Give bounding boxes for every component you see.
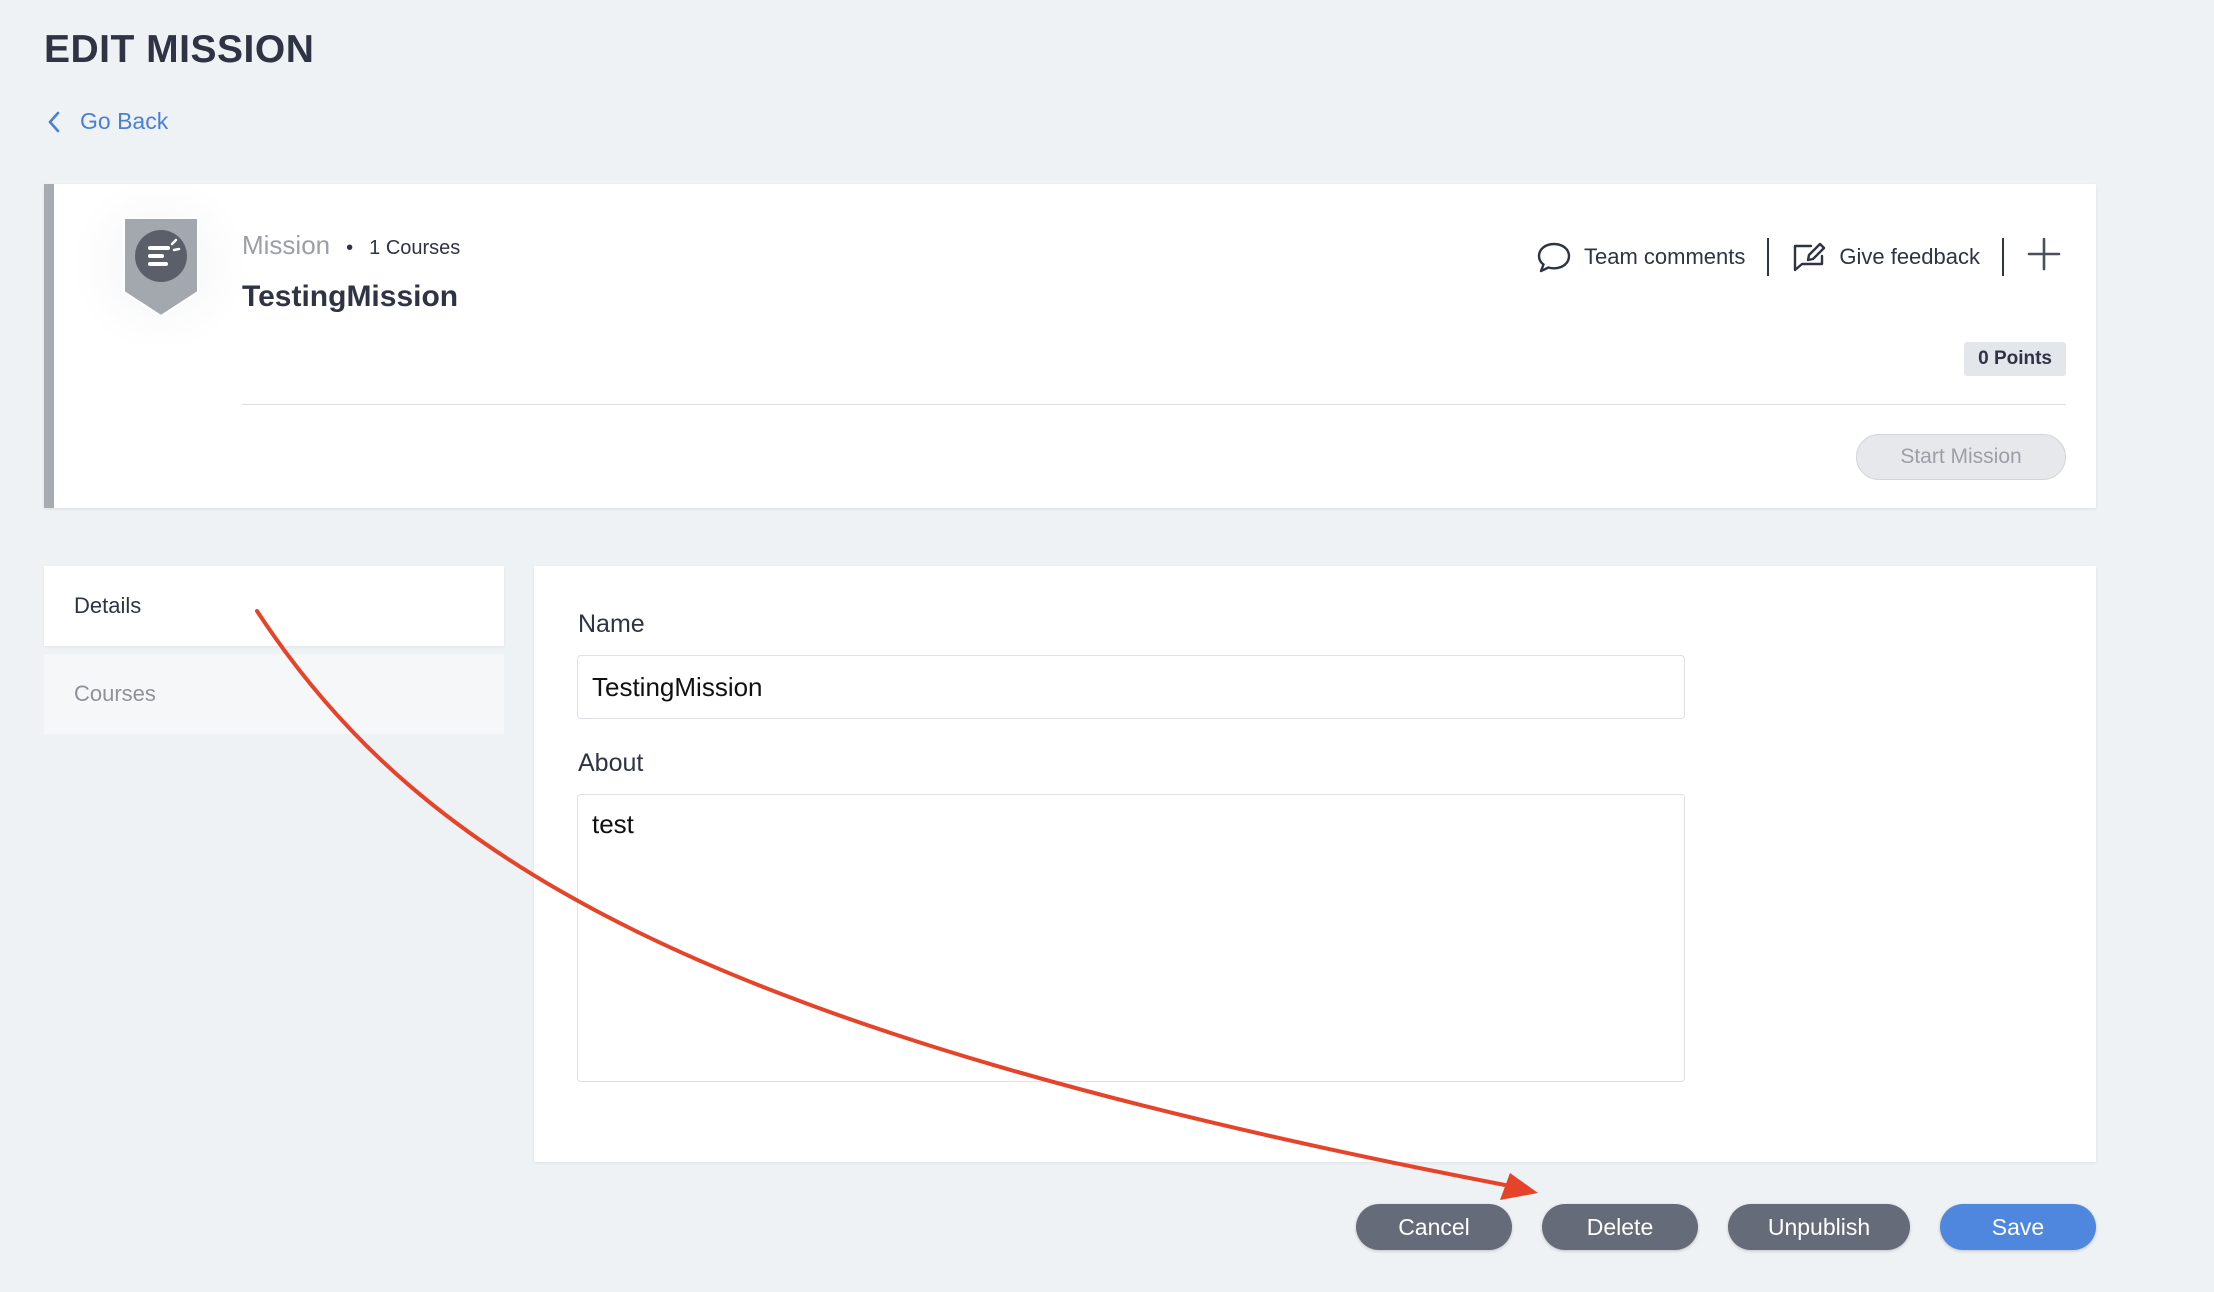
about-textarea[interactable]: test [577, 794, 1685, 1082]
plus-icon [2027, 237, 2061, 271]
start-mission-button[interactable]: Start Mission [1856, 434, 2066, 480]
edit-feedback-icon [1794, 242, 1826, 271]
go-back-label: Go Back [80, 108, 169, 134]
mission-meta: Mission • 1 Courses [242, 230, 460, 261]
mission-actions: Team comments Give feedback [1514, 236, 2062, 277]
points-badge: 0 Points [1964, 342, 2066, 376]
unpublish-button[interactable]: Unpublish [1728, 1204, 1910, 1250]
team-comments-label: Team comments [1583, 243, 1746, 269]
mission-name: TestingMission [242, 280, 459, 313]
go-back-link[interactable]: Go Back [46, 108, 168, 135]
chevron-left-icon [48, 111, 60, 132]
name-input[interactable] [577, 655, 1685, 719]
form-actions: Cancel Delete Unpublish Save [1356, 1204, 2096, 1250]
mission-type: Mission [242, 230, 331, 260]
mission-badge [64, 184, 254, 344]
add-button[interactable] [2004, 236, 2062, 277]
team-comments-button[interactable]: Team comments [1514, 239, 1767, 275]
delete-button[interactable]: Delete [1542, 1204, 1698, 1250]
page-title: EDIT MISSION [44, 28, 315, 71]
cancel-button[interactable]: Cancel [1356, 1204, 1512, 1250]
save-button[interactable]: Save [1940, 1204, 2096, 1250]
speech-bubble-icon [1537, 242, 1571, 272]
give-feedback-button[interactable]: Give feedback [1769, 239, 2002, 275]
mission-card: Mission • 1 Courses TestingMission Team … [44, 184, 2096, 508]
course-count: 1 Courses [369, 237, 461, 259]
name-label: Name [578, 610, 645, 638]
side-nav: Details Courses [44, 566, 504, 742]
give-feedback-label: Give feedback [1839, 243, 1980, 269]
mission-badge-icon [123, 217, 199, 318]
sidebar-item-courses[interactable]: Courses [44, 654, 504, 734]
about-label: About [578, 749, 644, 777]
meta-separator: • [346, 237, 354, 259]
sidebar-item-details[interactable]: Details [44, 566, 504, 646]
card-divider [242, 404, 2066, 405]
details-form: Name About test [534, 566, 2096, 1162]
